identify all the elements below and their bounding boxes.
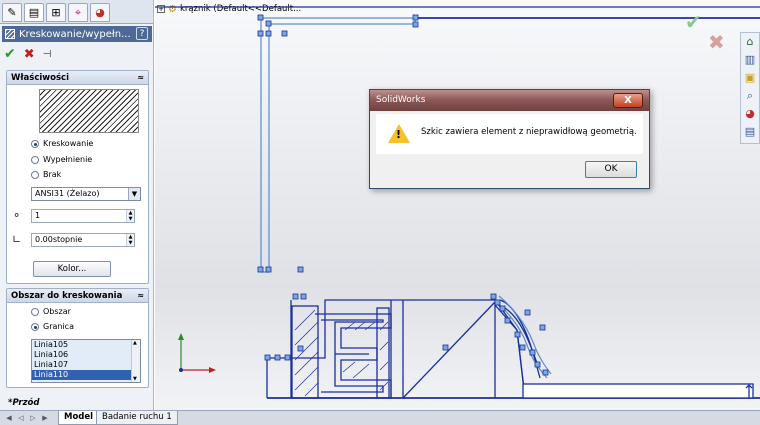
scale-value: 1 [35,211,41,220]
angle-input[interactable]: 0.00stopnie ▲ ▼ [31,233,135,247]
pin-icon[interactable]: ⊣ [43,49,52,60]
panel-tab-bar: ✎ ▤ ⊞ ⌖ ◕ [0,0,153,24]
last-tab-arrow-icon[interactable]: ▶ [40,413,50,423]
property-manager-tab[interactable]: ▤ [24,3,44,22]
dimxpert-icon: ⌖ [74,5,82,19]
dialog-close-button[interactable]: X [613,93,643,108]
scale-icon: ⚬ [12,209,22,222]
coordinate-triad [178,333,216,373]
pattern-select[interactable]: ANSI31 (Żelazo) ▼ [31,187,141,201]
error-dialog: SolidWorks X ! Szkic zawiera element z n… [369,89,650,189]
home-icon[interactable]: ⌂ [741,35,759,51]
hatch-area-group-header[interactable]: Obszar do kreskowania ≈ [7,289,148,303]
radio-granica[interactable] [31,322,39,331]
tab-motion-study[interactable]: Badanie ruchu 1 [96,411,178,425]
list-item[interactable]: Linia105 [32,340,140,350]
property-manager-icon: ▤ [28,6,40,19]
option-brak-label: Brak [43,170,62,179]
configuration-manager-icon: ⊞ [51,6,61,19]
angle-spinner[interactable]: ▲ ▼ [126,234,134,246]
angle-icon: ∟ [12,233,22,246]
cancel-x-icon[interactable]: ✖ [24,47,35,62]
dialog-ok-button[interactable]: OK [585,161,637,178]
feature-manager-tab[interactable]: ✎ [2,3,22,22]
list-scrollbar[interactable] [131,340,140,382]
next-tab-arrow-icon[interactable]: ▷ [28,413,38,423]
feature-manager-icon: ✎ [7,6,17,19]
file-explorer-icon[interactable]: ▣ [741,71,759,87]
option-kreskowanie-label: Kreskowanie [43,139,94,148]
search-icon[interactable]: ⌕ [741,89,759,105]
list-item[interactable]: Linia106 [32,350,140,360]
dialog-title: SolidWorks [376,95,426,105]
pattern-select-value: ANSI31 (Żelazo) [35,189,100,198]
warning-exclamation: ! [396,128,402,141]
graphics-area[interactable]: + ⚙ krąznik (Default<<Default... ✔ ✖ [155,0,760,410]
boundary-list[interactable]: Linia105 Linia106 Linia107 Linia110 [31,339,141,383]
properties-group-title: Właściwości [11,73,69,83]
radio-obszar[interactable] [31,307,39,316]
option-granica-label: Granica [43,322,74,331]
confirm-corner-check-icon[interactable]: ✔ [685,10,702,34]
prev-tab-arrow-icon[interactable]: ◁ [16,413,26,423]
properties-group: Właściwości ≈ Kreskowanie Wypełnienie Br… [6,70,149,284]
option-wypelnienie-label: Wypełnienie [43,155,93,164]
bottom-tab-bar: ◀ ◁ ▷ ▶ Model Badanie ruchu 1 [0,410,760,425]
help-button[interactable]: ? [136,27,148,40]
properties-icon[interactable]: ▤ [741,125,759,141]
property-manager-actions: ✔ ✖ ⊣ [4,46,51,62]
radio-kreskowanie[interactable] [31,139,39,148]
property-manager-title-bar: Kreskowanie/wypełn... ? [2,26,152,42]
option-obszar[interactable]: Obszar [31,307,71,316]
hatch-area-group-title: Obszar do kreskowania [11,291,123,301]
color-button[interactable]: Kolor... [33,261,111,277]
option-obszar-label: Obszar [43,307,71,316]
scale-spinner[interactable]: ▲ ▼ [126,210,134,222]
configuration-manager-tab[interactable]: ⊞ [46,3,66,22]
radio-wypelnienie[interactable] [31,155,39,164]
task-pane: ⌂ ▥ ▣ ⌕ ◕ ▤ [740,32,760,144]
radio-brak[interactable] [31,170,39,179]
dialog-message: Szkic zawiera element z nieprawidłową ge… [421,127,637,137]
collapse-chevron-icon[interactable]: ≈ [137,71,144,85]
dialog-body: ! Szkic zawiera element z nieprawidłową … [376,114,643,154]
display-manager-icon: ◕ [95,6,105,19]
dialog-title-bar[interactable]: SolidWorks X [370,90,649,111]
design-library-icon[interactable]: ▥ [741,53,759,69]
hatch-fill-icon [5,29,15,39]
option-brak[interactable]: Brak [31,170,61,179]
properties-group-header[interactable]: Właściwości ≈ [7,71,148,85]
scale-input[interactable]: 1 ▲ ▼ [31,209,135,223]
hatch-area-group: Obszar do kreskowania ≈ Obszar Granica L… [6,288,149,388]
option-kreskowanie[interactable]: Kreskowanie [31,139,93,148]
display-manager-tab[interactable]: ◕ [90,3,110,22]
option-wypelnienie[interactable]: Wypełnienie [31,155,92,164]
list-item-selected[interactable]: Linia110 [32,370,140,380]
chevron-down-icon[interactable]: ▼ [128,188,140,200]
first-tab-arrow-icon[interactable]: ◀ [4,413,14,423]
angle-value: 0.00stopnie [35,235,83,244]
sketch-drawing[interactable] [155,0,760,410]
option-granica[interactable]: Granica [31,322,74,331]
collapse-chevron-icon[interactable]: ≈ [137,289,144,303]
hatch-pattern-preview [39,89,139,133]
tab-model[interactable]: Model [58,411,100,425]
property-manager-title: Kreskowanie/wypełn... [19,28,131,40]
appearances-icon[interactable]: ◕ [741,107,759,123]
property-manager-panel: ✎ ▤ ⊞ ⌖ ◕ Kreskowanie/wypełn... ? ✔ ✖ ⊣ … [0,0,154,410]
ok-check-icon[interactable]: ✔ [4,46,16,62]
view-orientation-label: *Przód [8,398,40,408]
dimxpert-tab[interactable]: ⌖ [68,3,88,22]
cancel-corner-x-icon[interactable]: ✖ [708,30,725,54]
list-item[interactable]: Linia107 [32,360,140,370]
